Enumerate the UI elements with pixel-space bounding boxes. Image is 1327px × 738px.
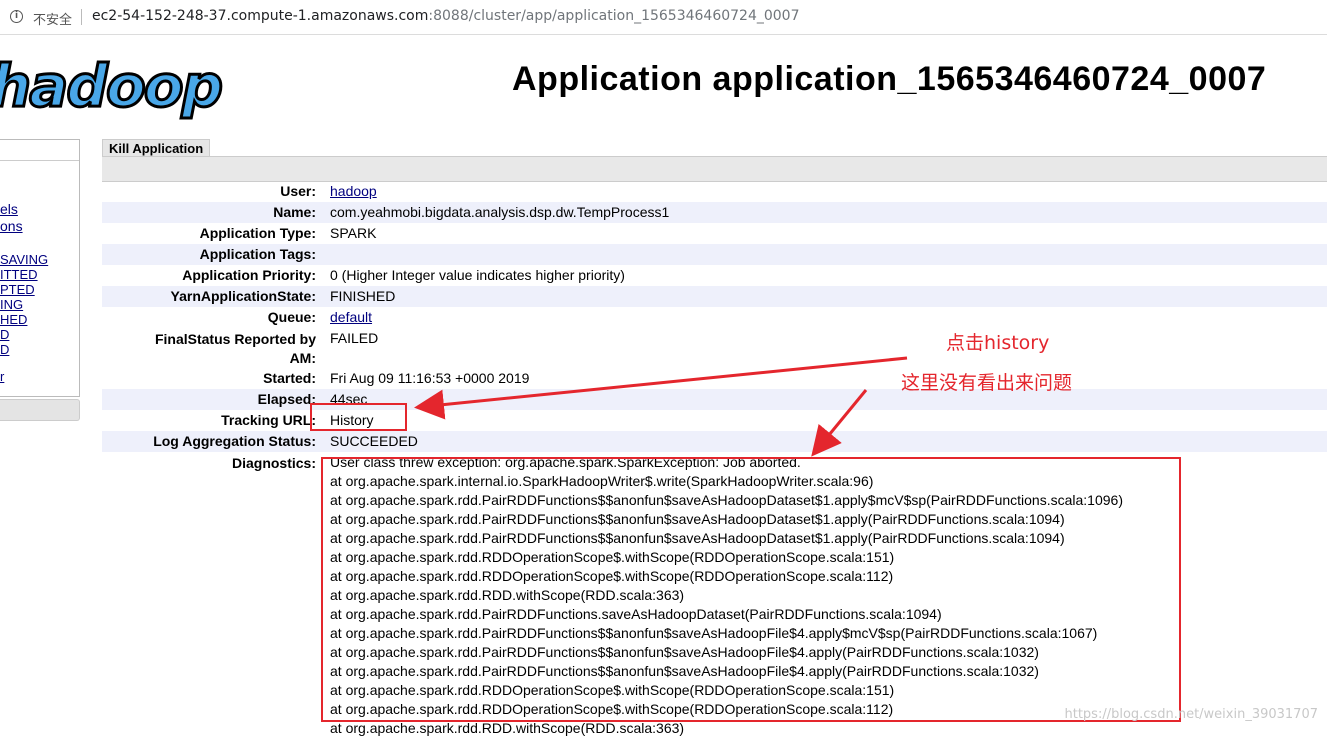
- watermark: https://blog.csdn.net/weixin_39031707: [1064, 707, 1318, 722]
- arrow-to-diagnostics: [811, 389, 868, 457]
- arrow-to-history: [414, 356, 908, 420]
- annotation-arrows: [414, 356, 908, 457]
